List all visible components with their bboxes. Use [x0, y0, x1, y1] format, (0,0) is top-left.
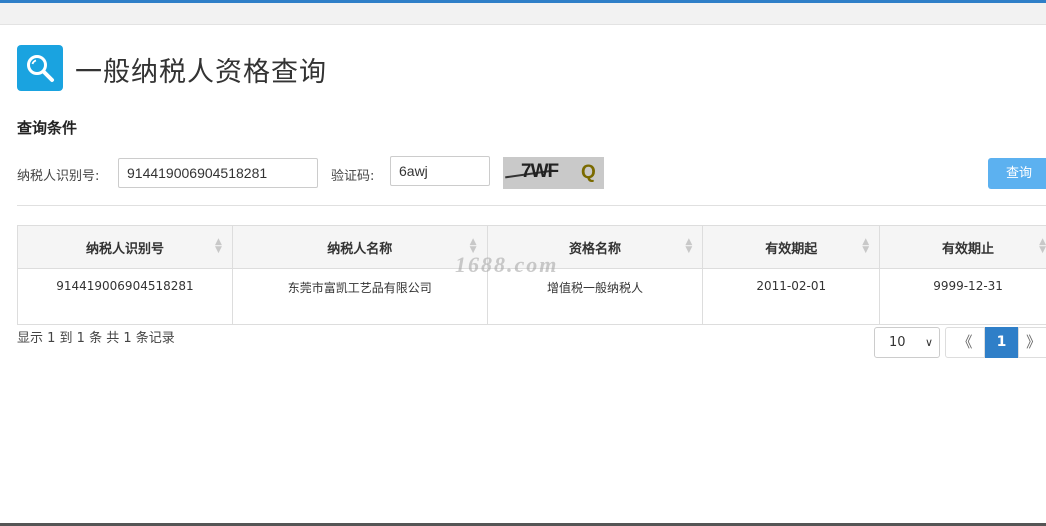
prev-page-button[interactable]: 《: [945, 327, 985, 358]
column-label: 有效期止: [942, 241, 995, 257]
sort-icon[interactable]: ▲ ▼: [215, 238, 222, 255]
column-label: 纳税人名称: [327, 241, 393, 257]
column-header-taxpayer-id[interactable]: 纳税人识别号 ▲ ▼: [17, 225, 233, 269]
captcha-text-q: Q: [581, 162, 596, 183]
taxpayer-id-input[interactable]: 914419006904518281: [118, 158, 318, 188]
cell-taxpayer-id: 914419006904518281: [17, 268, 233, 325]
column-header-valid-from[interactable]: 有效期起 ▲ ▼: [702, 225, 881, 269]
next-page-button[interactable]: 》: [1018, 327, 1046, 358]
sort-icon[interactable]: ▲ ▼: [1039, 238, 1046, 255]
page-title: 一般纳税人资格查询: [75, 57, 327, 88]
cell-valid-to: 9999-12-31: [879, 268, 1046, 325]
column-label: 纳税人识别号: [85, 241, 164, 257]
column-label: 有效期起: [765, 241, 818, 257]
taxpayer-id-label: 纳税人识别号:: [17, 169, 100, 184]
divider: [17, 205, 1046, 206]
captcha-image[interactable]: 7WF Q: [503, 157, 604, 189]
watermark: 1688.com: [455, 252, 559, 277]
sort-icon[interactable]: ▲ ▼: [685, 238, 692, 255]
column-label: 资格名称: [568, 241, 621, 257]
cell-valid-from: 2011-02-01: [702, 268, 881, 325]
sort-icon[interactable]: ▲ ▼: [862, 238, 869, 255]
current-page-button[interactable]: 1: [985, 327, 1018, 358]
records-summary: 显示 1 到 1 条 共 1 条记录: [17, 331, 175, 346]
column-header-valid-to[interactable]: 有效期止 ▲ ▼: [879, 225, 1046, 269]
cell-taxpayer-name: 东莞市富凯工艺品有限公司: [231, 268, 488, 325]
query-button[interactable]: 查询: [988, 158, 1046, 189]
captcha-text: 7WF: [521, 161, 559, 182]
chevron-down-icon: ∨: [924, 336, 933, 349]
search-icon: [17, 45, 63, 91]
page-size-value: 10: [889, 335, 906, 350]
captcha-label: 验证码:: [331, 169, 375, 184]
pagination: 《 1 》: [945, 327, 1046, 358]
captcha-input[interactable]: 6awj: [390, 156, 490, 186]
column-header-taxpayer-name[interactable]: 纳税人名称 ▲ ▼: [231, 225, 488, 269]
section-title: 查询条件: [17, 119, 78, 137]
sub-header-bar: [0, 3, 1046, 25]
page-size-select[interactable]: 10 ∨: [874, 327, 940, 358]
